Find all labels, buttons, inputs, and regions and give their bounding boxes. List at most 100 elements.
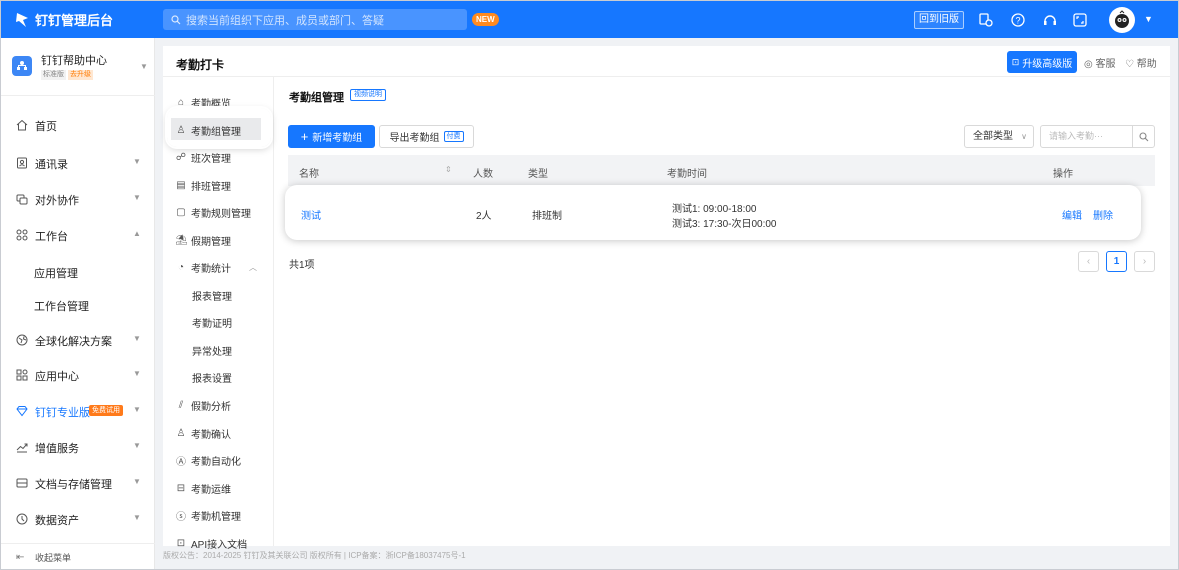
org-switcher[interactable]: 钉钉帮助中心 标准版 去升级 ▼ [1, 38, 155, 96]
service-icon: ◎ [1084, 59, 1093, 70]
next-page-button[interactable]: › [1134, 251, 1155, 272]
app-switch-icon[interactable] [977, 11, 995, 29]
data-icon [16, 513, 28, 525]
help-label: 帮助 [1136, 59, 1157, 70]
upgrade-button[interactable]: ⊡ 升级高级版 [1007, 51, 1077, 73]
chevron-down-icon: ▼ [133, 334, 141, 343]
diamond-icon [16, 406, 28, 417]
subnav-item-statistics[interactable]: ◔ 考勤统计 ︿ [175, 260, 257, 275]
workbench-icon [16, 229, 28, 241]
old-version-button[interactable]: 回到旧版 [914, 11, 964, 29]
subnav-label: 排班管理 [191, 182, 231, 193]
app-logo[interactable]: 钉钉管理后台 [15, 10, 161, 29]
video-guide-badge[interactable]: 视频说明 [350, 89, 386, 101]
subnav-item-ops[interactable]: ⊟ 考勤运维 [175, 481, 231, 496]
group-time-2: 测试3: 17:30-次日00:00 [672, 219, 777, 230]
sidebar-item-collaboration[interactable]: 对外协作 ▼ [1, 187, 155, 211]
sidebar-item-storage[interactable]: 文档与存储管理 ▼ [1, 471, 155, 495]
lock-icon: ⊡ [1011, 56, 1020, 67]
subnav-item-rules[interactable]: ▢ 考勤规则管理 [175, 205, 251, 220]
sidebar-item-data-assets[interactable]: 数据资产 ▼ [1, 507, 155, 531]
fullscreen-icon[interactable] [1071, 11, 1089, 29]
subnav-item-holiday[interactable]: ⛱ 假期管理 [175, 233, 231, 248]
attendance-subnav: ⌂ 考勤概览 ♙ 考勤组管理 ☍ 班次管理 ▤ 排班管理 ▢ 考勤规则管理 ⛱ 假期管理 ◔… [163, 77, 274, 551]
automation-icon: Ⓐ [176, 457, 186, 468]
chevron-down-icon: ▼ [133, 441, 141, 450]
group-count: 2人 [476, 211, 492, 222]
table-row: 测试 2人 排班制 测试1: 09:00-18:00 测试3: 17:30-次日… [285, 185, 1141, 240]
org-upgrade-link[interactable]: 去升级 [68, 70, 93, 80]
subnav-item-shift[interactable]: ☍ 班次管理 [175, 150, 231, 165]
page-number-button[interactable]: 1 [1106, 251, 1127, 272]
dingtalk-logo-icon [16, 12, 28, 27]
user-avatar[interactable] [1109, 7, 1135, 33]
globe-icon [16, 334, 28, 346]
group-type: 排班制 [532, 211, 562, 222]
sidebar-item-workbench[interactable]: 工作台 ▲ [1, 223, 155, 247]
type-filter-select[interactable]: 全部类型 ∨ [964, 125, 1034, 148]
search-icon [1138, 131, 1148, 141]
column-header-count: 人数 [473, 169, 493, 180]
subnav-label: 考勤自动化 [191, 457, 241, 468]
sort-icon[interactable]: ⇕ [445, 165, 452, 174]
sidebar-item-pro[interactable]: 钉钉专业版 免费试用 ▼ [1, 399, 155, 423]
customer-service-link[interactable]: ◎ 客服 [1084, 55, 1116, 70]
page-title: 考勤打卡 [176, 58, 225, 72]
top-bar: 钉钉管理后台 搜索当前组织下应用、成员或部门、答疑 NEW 回到旧版 ? ▼ [1, 1, 1178, 38]
highlight-ring [167, 108, 271, 147]
subnav-item-attendance-proof[interactable]: 考勤证明 [192, 315, 232, 330]
export-group-button[interactable]: 导出考勤组 付费 [379, 125, 474, 148]
subnav-item-automation[interactable]: Ⓐ 考勤自动化 [175, 453, 241, 468]
group-search-input[interactable]: 请输入考勤··· [1040, 125, 1133, 148]
footer-copyright: 版权公告：2014-2025 钉钉及其关联公司 版权所有 | ICP备案：浙IC… [163, 551, 466, 560]
sidebar-item-label: 文档与存储管理 [35, 479, 112, 491]
subnav-item-analysis[interactable]: ⫽ 假勤分析 [175, 398, 231, 413]
collapse-icon: ⇤ [16, 552, 25, 563]
column-header-time: 考勤时间 [667, 169, 707, 180]
subnav-item-confirm[interactable]: ♙ 考勤确认 [175, 426, 231, 441]
sidebar-item-workbench-management[interactable]: 工作台管理 [34, 298, 89, 314]
subnav-label: 考勤运维 [191, 485, 231, 496]
search-button[interactable] [1132, 125, 1155, 148]
sidebar-item-app-management[interactable]: 应用管理 [34, 265, 78, 281]
sidebar-item-home[interactable]: 首页 [1, 113, 155, 137]
table-header: 名称 ⇕ 人数 类型 考勤时间 操作 [288, 155, 1155, 186]
chevron-down-icon[interactable]: ▼ [1144, 14, 1153, 24]
subnav-item-api-docs[interactable]: ⊡ API接入文档 [175, 536, 247, 551]
upgrade-button-label: 升级高级版 [1022, 58, 1073, 70]
subnav-item-report-settings[interactable]: 报表设置 [192, 370, 232, 385]
sidebar-item-contacts[interactable]: 通讯录 ▼ [1, 151, 155, 175]
bar-chart-icon: ⫽ [178, 400, 184, 411]
holiday-icon: ⛱ [175, 235, 188, 246]
group-time-1: 测试1: 09:00-18:00 [672, 204, 757, 215]
help-link[interactable]: ♡ 帮助 [1125, 55, 1157, 70]
help-icon[interactable]: ? [1009, 11, 1027, 29]
subnav-item-machine[interactable]: ⓢ 考勤机管理 [175, 508, 241, 523]
sidebar-item-value-added[interactable]: 增值服务 ▼ [1, 435, 155, 459]
subnav-item-exception[interactable]: 异常处理 [192, 343, 232, 358]
subnav-item-schedule[interactable]: ▤ 排班管理 [175, 178, 231, 193]
sidebar-item-label: 增值服务 [35, 443, 79, 455]
global-search[interactable]: 搜索当前组织下应用、成员或部门、答疑 [163, 9, 467, 30]
collapse-menu-button[interactable]: ⇤ 收起菜单 [1, 543, 155, 569]
shift-icon: ☍ [175, 152, 187, 163]
headset-icon[interactable] [1041, 11, 1059, 29]
subnav-label: API接入文档 [191, 540, 248, 551]
prev-page-button[interactable]: ‹ [1078, 251, 1099, 272]
contacts-icon [17, 157, 27, 169]
delete-link[interactable]: 删除 [1093, 207, 1113, 222]
sidebar-item-app-center[interactable]: 应用中心 ▼ [1, 363, 155, 387]
subnav-item-report-management[interactable]: 报表管理 [192, 288, 232, 303]
storage-icon [16, 478, 28, 488]
group-name-link[interactable]: 测试 [301, 207, 321, 222]
svg-text:?: ? [1015, 16, 1020, 26]
edit-link[interactable]: 编辑 [1062, 207, 1082, 222]
sidebar-item-globalization[interactable]: 全球化解决方案 ▼ [1, 328, 155, 352]
sidebar-item-label: 全球化解决方案 [35, 336, 112, 348]
app-title: 钉钉管理后台 [35, 13, 114, 28]
search-placeholder: 搜索当前组织下应用、成员或部门、答疑 [186, 14, 384, 27]
free-trial-badge: 免费试用 [89, 405, 123, 416]
add-group-button[interactable]: + 新增考勤组 [288, 125, 375, 148]
home-icon [16, 119, 28, 131]
card-header: 考勤打卡 ⊡ 升级高级版 ◎ 客服 ♡ 帮助 [163, 46, 1170, 77]
